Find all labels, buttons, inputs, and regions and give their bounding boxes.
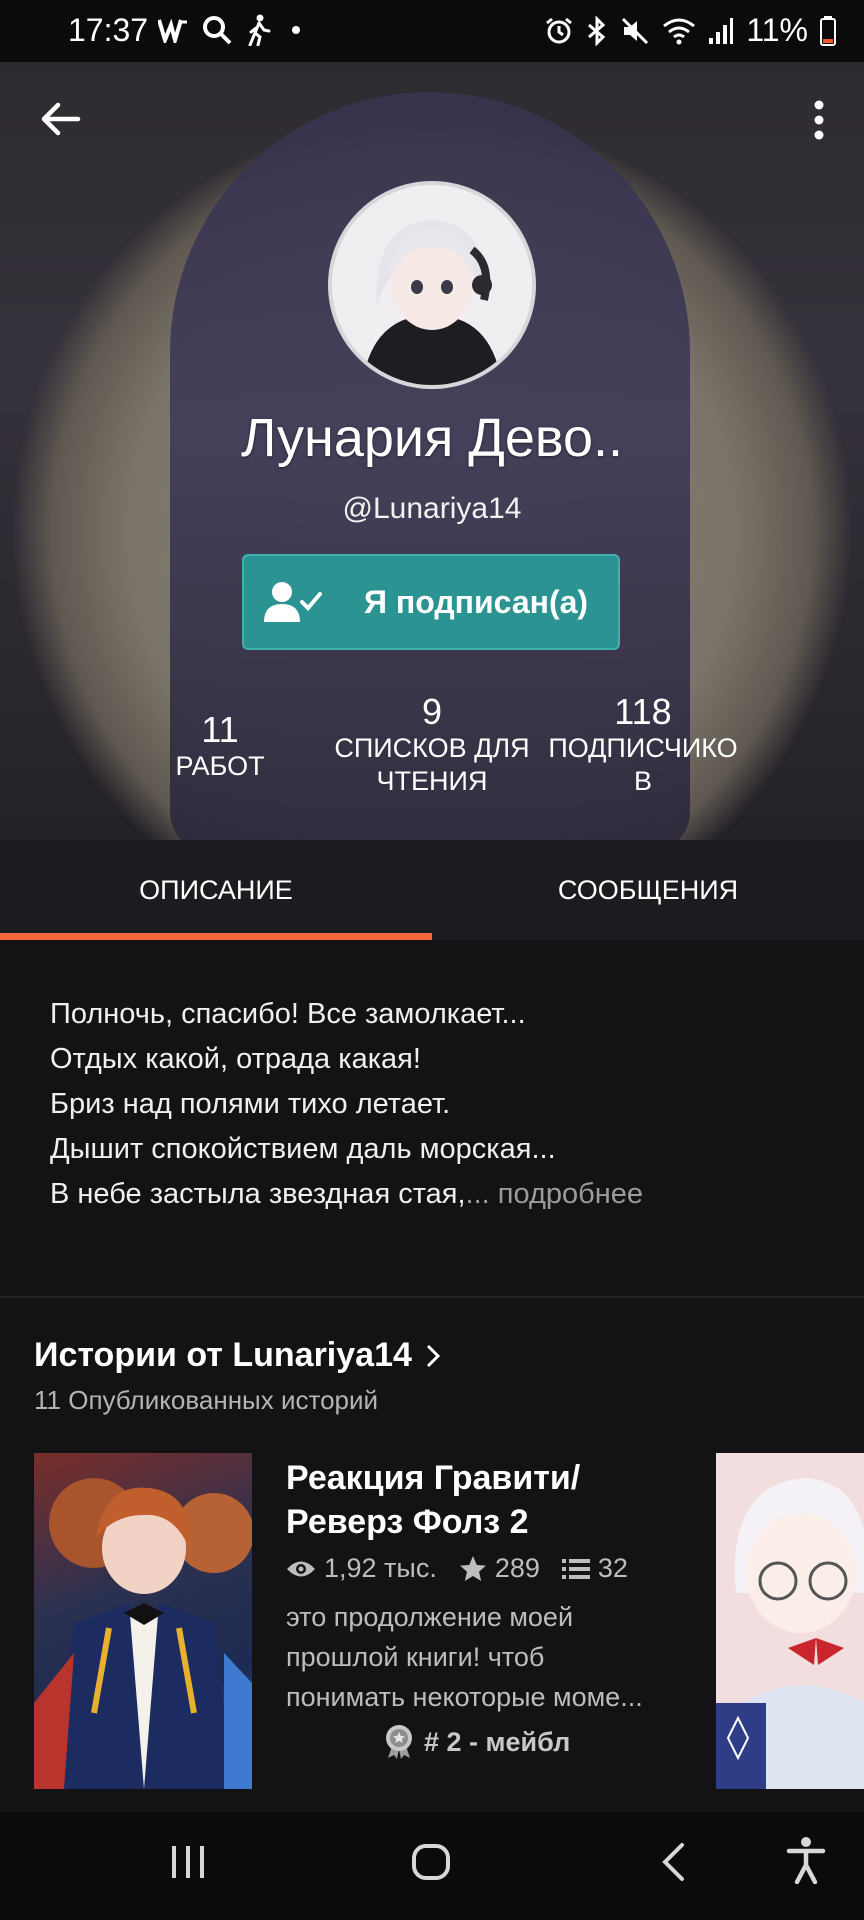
story-title-line: Реакция Гравити/ [286, 1459, 581, 1497]
description-line: Бриз над полями тихо летает. [50, 1088, 451, 1120]
signal-icon [709, 17, 734, 44]
stat-followers-label-1: ПОДПИСЧИКО [548, 733, 738, 763]
star-icon [459, 1555, 486, 1581]
stat-followers-value: 118 [614, 691, 672, 732]
story-description-line: понимать некоторые моме... [286, 1682, 643, 1712]
description-line-last: В небе застыла звездная стая,... подробн… [50, 1172, 830, 1217]
eye-icon [287, 1561, 315, 1576]
more-options-icon[interactable] [812, 100, 826, 140]
w-icon [158, 18, 187, 43]
story-votes: 289 [494, 1553, 540, 1583]
avatar[interactable] [328, 181, 536, 389]
story-cover-image [34, 1478, 252, 1789]
story-cover-next[interactable] [716, 1453, 864, 1789]
stat-works-value: 11 [201, 709, 239, 750]
alarm-icon [546, 17, 573, 43]
stories-title-text: Истории от Lunariya14 [34, 1336, 412, 1374]
avatar-image [332, 185, 532, 385]
following-button-label: Я подписан(а) [364, 583, 589, 620]
stat-works-label: РАБОТ [175, 751, 265, 781]
story-title-line: Реверз Фолз 2 [286, 1503, 529, 1541]
chevron-right-icon [426, 1344, 440, 1367]
description-line-text: В небе застыла звездная стая, [50, 1178, 466, 1210]
walk-icon [248, 14, 271, 46]
story-cover[interactable] [34, 1453, 252, 1789]
battery-percent: 11% [746, 12, 808, 48]
list-icon [561, 1558, 590, 1579]
story-title[interactable]: Реакция Гравити/ Реверз Фолз 2 [286, 1456, 686, 1544]
tab-description-label: ОПИСАНИЕ [139, 874, 293, 905]
award-icon [386, 1725, 412, 1759]
following-button[interactable]: Я подписан(а) [242, 554, 620, 650]
search-icon [203, 16, 232, 45]
tab-description[interactable]: ОПИСАНИЕ [0, 840, 432, 940]
stat-followers[interactable]: 118 ПОДПИСЧИКО В [538, 692, 748, 798]
display-name: Лунария Дево.. [240, 408, 624, 468]
stat-reading-lists-label-2: ЧТЕНИЯ [376, 766, 488, 796]
description-line: Дышит спокойствием даль морская... [50, 1133, 556, 1165]
back-arrow-icon[interactable] [38, 97, 82, 141]
recent-apps-icon[interactable] [170, 1842, 206, 1882]
bluetooth-icon [588, 15, 606, 46]
profile-tabs: ОПИСАНИЕ СООБЩЕНИЯ [0, 840, 864, 940]
story-description-line: прошлой книги! чтоб [286, 1642, 545, 1672]
status-time: 17:37 [68, 12, 149, 48]
profile-header: Лунария Дево.. @Lunariya14 Я подписан(а)… [0, 62, 864, 840]
read-more-link[interactable]: подробнее [490, 1178, 643, 1210]
stories-count: 11 Опубликованных историй [34, 1385, 379, 1415]
description-ellipsis: ... [465, 1178, 490, 1210]
stories-section-title[interactable]: Истории от Lunariya14 [34, 1336, 440, 1375]
tab-messages-label: СООБЩЕНИЯ [557, 874, 739, 905]
story-description: это продолжение моей прошлой книги! чтоб… [286, 1597, 686, 1717]
stat-reading-lists[interactable]: 9 СПИСКОВ ДЛЯ ЧТЕНИЯ [326, 692, 538, 798]
home-icon[interactable] [411, 1842, 451, 1882]
accessibility-icon[interactable] [786, 1836, 826, 1884]
active-tab-indicator [0, 933, 432, 940]
user-check-icon [264, 582, 322, 622]
system-nav-bar [0, 1812, 864, 1920]
story-rank-badge: # 2 - мейбл [384, 1724, 570, 1760]
stat-followers-label-2: В [633, 766, 652, 796]
story-stats: 1,92 тыс. 289 32 [286, 1553, 650, 1584]
story-cover-next-image [716, 1453, 864, 1789]
story-parts: 32 [597, 1553, 628, 1583]
nav-back-icon[interactable] [660, 1842, 686, 1882]
story-views: 1,92 тыс. [324, 1553, 437, 1583]
story-rank-text: # 2 - мейбл [424, 1726, 571, 1757]
tab-messages[interactable]: СООБЩЕНИЯ [432, 840, 864, 940]
stat-works[interactable]: 11 РАБОТ [160, 710, 280, 783]
stat-reading-lists-label-1: СПИСКОВ ДЛЯ [334, 733, 530, 763]
mute-icon [622, 17, 649, 44]
battery-icon [820, 15, 836, 46]
description-line: Полночь, спасибо! Все замолкает... [50, 998, 526, 1030]
notification-dot [292, 26, 300, 34]
stat-reading-lists-value: 9 [421, 691, 443, 732]
story-description-line: это продолжение моей [286, 1602, 574, 1632]
status-bar: 17:37 11% [0, 0, 864, 62]
description-line: Отдых какой, отрада какая! [50, 1043, 421, 1075]
section-divider [0, 1296, 864, 1298]
username: @Lunariya14 [342, 492, 522, 525]
wifi-icon [663, 18, 696, 44]
profile-description: Полночь, спасибо! Все замолкает... Отдых… [50, 992, 830, 1217]
